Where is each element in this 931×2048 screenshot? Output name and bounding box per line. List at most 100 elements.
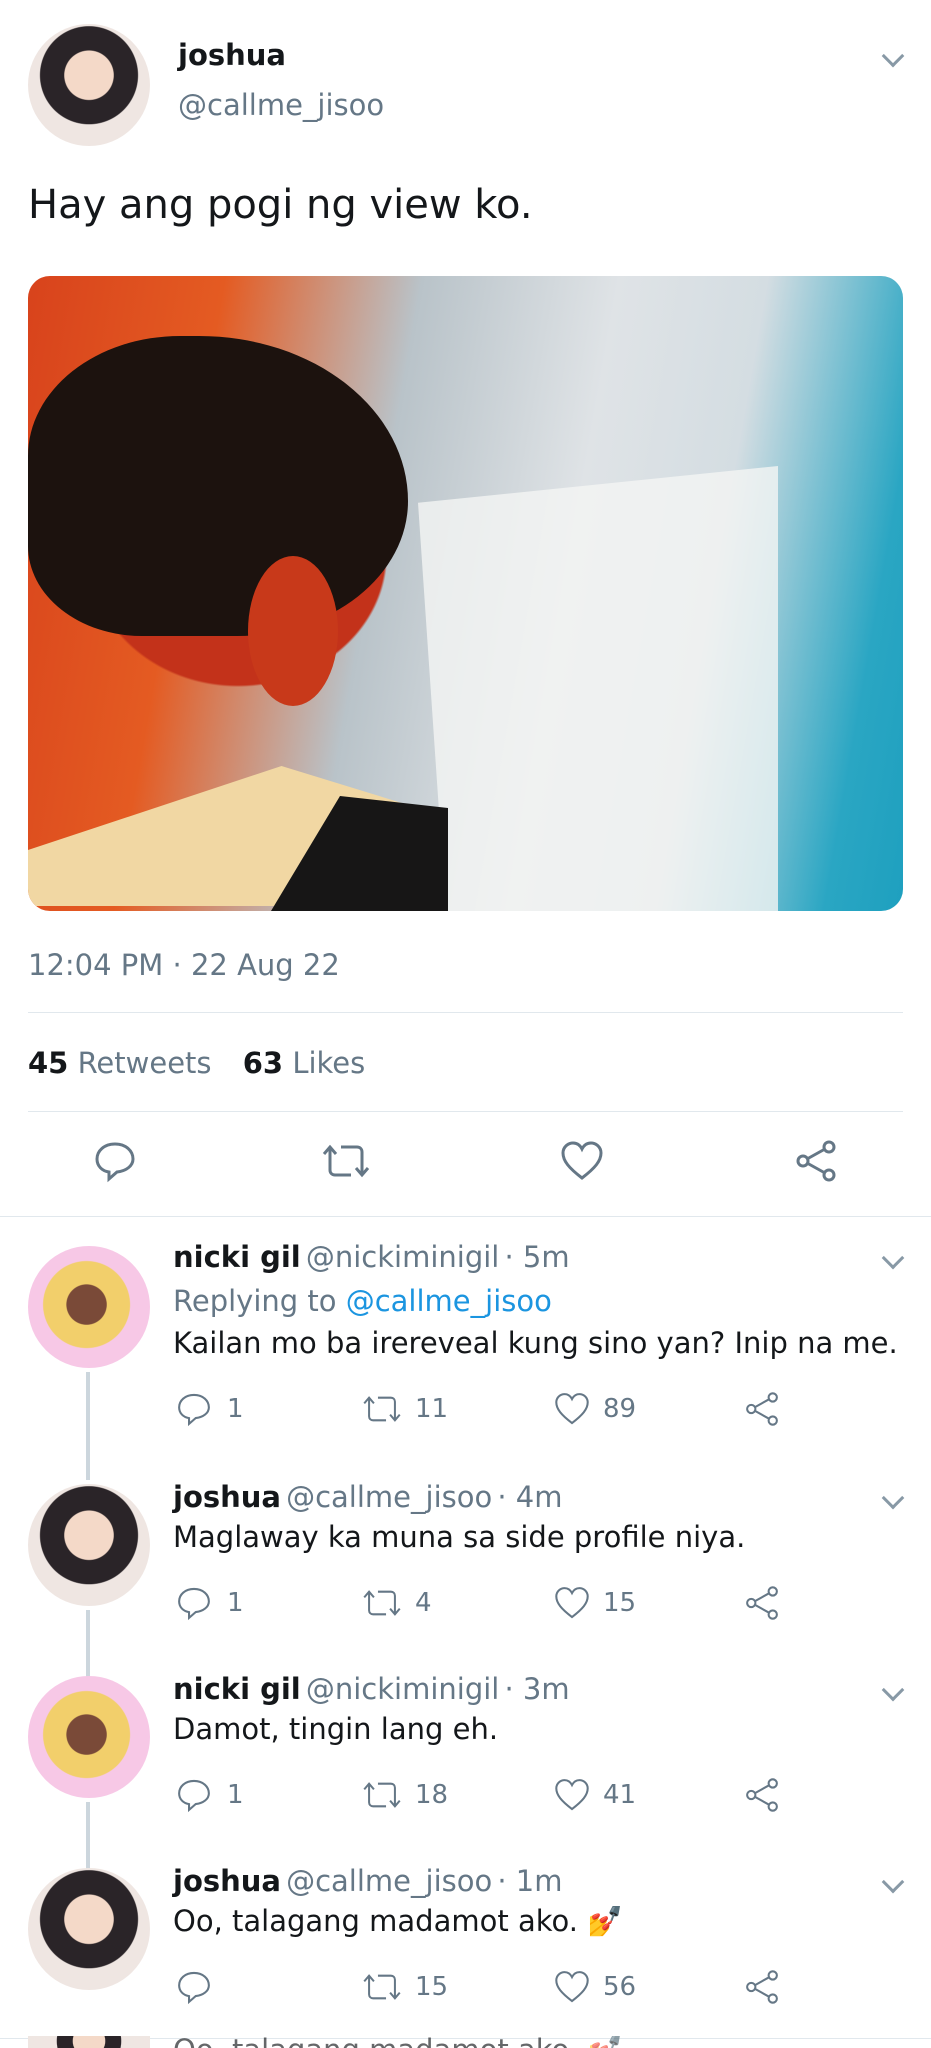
share-button[interactable]: [743, 1390, 781, 1432]
share-icon: [746, 1778, 778, 1812]
reply-count: 1: [227, 1588, 244, 1618]
reply-actions: 15 56: [175, 1968, 795, 2008]
heart-icon: [555, 1393, 589, 1425]
replying-to: Replying to @callme_jisoo: [173, 1284, 552, 1318]
retweets-count[interactable]: 45: [28, 1046, 68, 1080]
retweet-count: 4: [415, 1588, 432, 1618]
reply-time: · 3m: [504, 1672, 570, 1706]
retweet-button[interactable]: 18: [361, 1776, 448, 1814]
photo-ear: [248, 556, 338, 706]
thread-line: [86, 1802, 90, 1872]
photo-light: [418, 466, 778, 911]
reply-time: · 1m: [497, 1864, 563, 1898]
like-count: 15: [603, 1588, 637, 1618]
reply-author-handle[interactable]: @nickiminigil: [306, 1240, 500, 1274]
reply-button[interactable]: [175, 1968, 227, 2006]
retweet-button[interactable]: 4: [361, 1584, 432, 1622]
divider: [28, 1111, 903, 1112]
chevron-down-icon[interactable]: [881, 1870, 905, 1894]
share-button[interactable]: [743, 1968, 781, 2010]
chevron-down-icon[interactable]: [881, 44, 905, 68]
retweet-icon: [363, 1974, 401, 2000]
like-button[interactable]: 15: [553, 1584, 636, 1622]
avatar[interactable]: [28, 24, 150, 146]
speech-bubble-icon: [178, 1779, 210, 1813]
reply-count: 1: [227, 1394, 244, 1424]
retweets-label[interactable]: Retweets: [78, 1046, 212, 1080]
reply-header: nicki gil @nickiminigil · 5m: [173, 1240, 570, 1274]
reply-button[interactable]: 1: [175, 1390, 244, 1428]
tweet-photo[interactable]: [28, 276, 903, 911]
reply-author-name[interactable]: joshua: [173, 1480, 281, 1514]
reply-author-name[interactable]: joshua: [173, 1864, 281, 1898]
retweet-count: 18: [415, 1780, 449, 1810]
share-icon[interactable]: [793, 1138, 839, 1184]
share-button[interactable]: [743, 1776, 781, 1818]
like-count: 56: [603, 1972, 637, 2002]
author-name[interactable]: joshua: [178, 38, 286, 72]
reply-button[interactable]: 1: [175, 1584, 244, 1622]
author-handle[interactable]: @callme_jisoo: [178, 88, 384, 122]
reply-text: Kailan mo ba irereveal kung sino yan? In…: [173, 1326, 898, 1360]
retweet-icon[interactable]: [320, 1138, 372, 1184]
likes-label[interactable]: Likes: [292, 1046, 365, 1080]
avatar[interactable]: [28, 1676, 150, 1798]
reply-text: Damot, tingin lang eh.: [173, 1712, 499, 1746]
reply-header: joshua @callme_jisoo · 1m: [173, 1864, 562, 1898]
speech-bubble-icon: [178, 1587, 210, 1621]
share-icon: [746, 1970, 778, 2004]
divider: [28, 1012, 903, 1013]
reply-author-handle[interactable]: @nickiminigil: [306, 1672, 500, 1706]
speech-bubble-icon[interactable]: [92, 1138, 138, 1184]
retweet-icon: [363, 1782, 401, 1808]
speech-bubble-icon: [178, 1393, 210, 1427]
retweet-count: 15: [415, 1972, 449, 2002]
reply-actions: 1 18 41: [175, 1776, 795, 1816]
reply-button[interactable]: 1: [175, 1776, 244, 1814]
like-count: 41: [603, 1780, 637, 1810]
reply-text: Maglaway ka muna sa side profile niya.: [173, 1520, 746, 1554]
heart-icon[interactable]: [559, 1138, 605, 1184]
like-button[interactable]: 56: [553, 1968, 636, 2006]
reply-time: · 5m: [504, 1240, 570, 1274]
chevron-down-icon[interactable]: [881, 1486, 905, 1510]
reply-author-handle[interactable]: @callme_jisoo: [286, 1480, 492, 1514]
retweet-count: 11: [415, 1394, 449, 1424]
heart-icon: [555, 1971, 589, 2003]
share-icon: [746, 1392, 778, 1426]
thread-line: [86, 1610, 90, 1680]
heart-icon: [555, 1587, 589, 1619]
tweet-text: Hay ang pogi ng view ko.: [28, 182, 533, 228]
like-count: 89: [603, 1394, 637, 1424]
chevron-down-icon[interactable]: [881, 1678, 905, 1702]
avatar[interactable]: [28, 1246, 150, 1368]
reply-author-name[interactable]: nicki gil: [173, 1240, 301, 1274]
reply-actions: 1 11 89: [175, 1390, 795, 1430]
replying-label: Replying to: [173, 1284, 337, 1318]
retweet-icon: [363, 1396, 401, 1422]
avatar[interactable]: [28, 2036, 150, 2048]
retweet-button[interactable]: 15: [361, 1968, 448, 2006]
share-icon: [746, 1586, 778, 1620]
tweet-stats: 45 Retweets 63 Likes: [28, 1046, 365, 1080]
reply-header: nicki gil @nickiminigil · 3m: [173, 1672, 570, 1706]
reply-time: · 4m: [497, 1480, 563, 1514]
share-button[interactable]: [743, 1584, 781, 1626]
likes-count[interactable]: 63: [243, 1046, 283, 1080]
reply-text: Oo, talagang madamot ako. 💅: [173, 1904, 624, 1938]
reply-count: 1: [227, 1780, 244, 1810]
thread-line: [86, 1372, 90, 1480]
reply-author-handle[interactable]: @callme_jisoo: [286, 1864, 492, 1898]
avatar[interactable]: [28, 1868, 150, 1990]
reply-author-name[interactable]: nicki gil: [173, 1672, 301, 1706]
like-button[interactable]: 41: [553, 1776, 636, 1814]
speech-bubble-icon: [178, 1971, 210, 2005]
reply-header: joshua @callme_jisoo · 4m: [173, 1480, 562, 1514]
like-button[interactable]: 89: [553, 1390, 636, 1428]
retweet-icon: [363, 1590, 401, 1616]
chevron-down-icon[interactable]: [881, 1246, 905, 1270]
retweet-button[interactable]: 11: [361, 1390, 448, 1428]
avatar[interactable]: [28, 1484, 150, 1606]
heart-icon: [555, 1779, 589, 1811]
replying-to-link[interactable]: @callme_jisoo: [346, 1284, 552, 1318]
